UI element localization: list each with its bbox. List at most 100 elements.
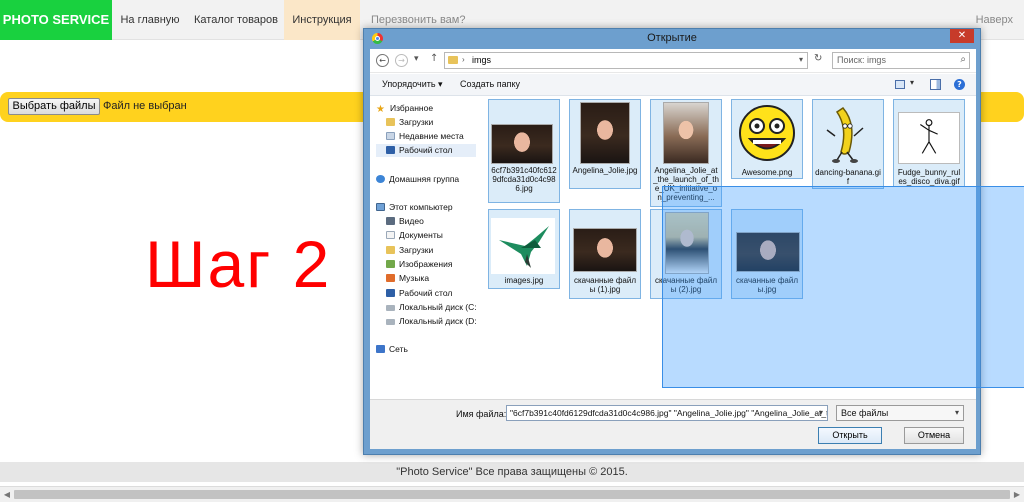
- nav-catalog-link[interactable]: Каталог товаров: [188, 0, 284, 40]
- nav-homegroup[interactable]: Домашняя группа: [376, 173, 459, 186]
- nav-music[interactable]: Музыка: [386, 272, 429, 285]
- step-label: Шаг 2: [145, 227, 332, 301]
- music-folder-icon: [386, 274, 395, 282]
- nav-this-pc[interactable]: Этот компьютер: [376, 201, 453, 214]
- pictures-folder-icon: [386, 260, 395, 268]
- nav-music-label: Музыка: [399, 273, 430, 283]
- view-options-icon[interactable]: [895, 80, 905, 89]
- nav-disk-c-label: Локальный диск (C:: [399, 302, 477, 312]
- dialog-titlebar[interactable]: Открытие ✕: [364, 29, 980, 49]
- filename-label: Имя файла:: [456, 409, 507, 419]
- star-icon: ★: [376, 104, 385, 115]
- file-name: Fudge_bunny_rules_disco_diva.gif: [897, 168, 961, 186]
- scroll-left-icon[interactable]: ◀: [1, 489, 13, 500]
- disk-icon: [386, 319, 395, 325]
- chevron-down-icon: ▾: [954, 408, 959, 417]
- stick-figure-icon: [898, 112, 960, 164]
- address-bar[interactable]: › imgs ▾: [444, 52, 808, 69]
- help-icon[interactable]: ?: [954, 79, 965, 90]
- file-item[interactable]: Fudge_bunny_rules_disco_diva.gif: [893, 99, 965, 187]
- no-file-status: Файл не выбран: [103, 100, 187, 112]
- nav-homegroup-label: Домашняя группа: [389, 174, 460, 184]
- nav-pictures[interactable]: Изображения: [386, 258, 452, 271]
- nav-desktop[interactable]: Рабочий стол: [376, 144, 476, 157]
- nav-network-label: Сеть: [389, 344, 408, 354]
- back-arrow-icon[interactable]: ←: [376, 54, 389, 67]
- homegroup-icon: [376, 175, 385, 183]
- nav-favorites-label: Избранное: [390, 103, 434, 113]
- nav-home-link[interactable]: На главную: [112, 0, 188, 40]
- recent-locations-icon[interactable]: ▾: [414, 54, 419, 64]
- search-input[interactable]: Поиск: imgs ⌕: [832, 52, 970, 69]
- close-button[interactable]: ✕: [950, 29, 974, 43]
- downloads-folder-icon: [386, 246, 395, 254]
- disk-icon: [386, 305, 395, 311]
- search-placeholder: Поиск: imgs: [837, 55, 886, 65]
- downloads-folder-icon: [386, 118, 395, 126]
- file-name: Awesome.png: [741, 168, 793, 177]
- scrollbar-thumb[interactable]: [14, 490, 1010, 499]
- file-name: 6cf7b391c40fc6129dfcda31d0c4c986.jpg: [491, 166, 557, 193]
- view-dropdown-icon[interactable]: ▾: [910, 78, 914, 87]
- video-folder-icon: [386, 217, 395, 225]
- open-file-dialog: Открытие ✕ ← → ▾ ↑ › imgs ▾ ↻ Поиск: img…: [363, 28, 1024, 455]
- nav-documents-label: Документы: [399, 230, 443, 240]
- file-name: images.jpg: [504, 276, 544, 285]
- scroll-right-icon[interactable]: ▶: [1011, 489, 1023, 500]
- file-name: dancing-banana.gif: [815, 168, 881, 186]
- nav-documents[interactable]: Документы: [386, 229, 443, 242]
- up-arrow-icon[interactable]: ↑: [430, 53, 438, 64]
- nav-videos-label: Видео: [399, 216, 424, 226]
- file-thumbnail: [573, 228, 637, 272]
- preview-pane-icon[interactable]: [930, 79, 941, 90]
- nav-videos[interactable]: Видео: [386, 215, 424, 228]
- filename-dropdown-icon[interactable]: ▾: [819, 408, 823, 417]
- address-path[interactable]: imgs: [472, 55, 491, 65]
- nav-instructions-link[interactable]: Инструкция: [284, 0, 360, 40]
- nav-network[interactable]: Сеть: [376, 343, 408, 356]
- dialog-toolbar: Упорядочить ▾ Создать папку ▾ ?: [370, 74, 976, 96]
- dialog-body: ← → ▾ ↑ › imgs ▾ ↻ Поиск: imgs ⌕ Упорядо…: [370, 49, 1024, 449]
- file-list[interactable]: 6cf7b391c40fc6129dfcda31d0c4c986.jpg Ang…: [482, 97, 1024, 399]
- dialog-title: Открытие: [647, 32, 697, 44]
- nav-recent-label: Недавние места: [399, 131, 464, 141]
- organize-button[interactable]: Упорядочить ▾: [382, 79, 443, 90]
- hummingbird-icon: [491, 218, 555, 274]
- breadcrumb-chevron-icon[interactable]: ›: [462, 55, 465, 64]
- nav-favorites[interactable]: ★ Избранное: [376, 102, 433, 115]
- file-type-value: Все файлы: [841, 408, 889, 418]
- nav-downloads[interactable]: Загрузки: [386, 116, 433, 129]
- refresh-icon[interactable]: ↻: [814, 53, 822, 64]
- choose-files-button[interactable]: Выбрать файлы: [8, 98, 100, 115]
- horizontal-scrollbar[interactable]: ◀ ▶: [0, 486, 1024, 502]
- file-item[interactable]: скачанные файлы (1).jpg: [569, 209, 641, 299]
- chevron-down-icon[interactable]: ▾: [799, 55, 803, 64]
- search-icon: ⌕: [960, 54, 966, 65]
- site-footer: "Photo Service" Все права защищены © 201…: [0, 462, 1024, 482]
- file-item[interactable]: Awesome.png: [731, 99, 803, 179]
- drag-selection-rectangle: [662, 186, 1024, 388]
- nav-up-link[interactable]: Наверх: [976, 0, 1013, 40]
- smiley-face-icon: [739, 105, 795, 161]
- nav-downloads-pc[interactable]: Загрузки: [386, 244, 433, 257]
- file-item[interactable]: Angelina_Jolie.jpg: [569, 99, 641, 189]
- nav-recent-places[interactable]: Недавние места: [386, 130, 464, 143]
- nav-disk-c[interactable]: Локальный диск (C:: [386, 301, 477, 314]
- brand-logo[interactable]: PHOTO SERVICE: [0, 0, 112, 40]
- file-type-select[interactable]: Все файлы ▾: [836, 405, 964, 421]
- nav-disk-d[interactable]: Локальный диск (D:: [386, 315, 477, 328]
- filename-input[interactable]: "6cf7b391c40fd6129dfcda31d0c4c986.jpg" "…: [506, 405, 828, 421]
- nav-desktop-pc-label: Рабочий стол: [399, 288, 453, 298]
- nav-disk-d-label: Локальный диск (D:: [399, 316, 477, 326]
- new-folder-button[interactable]: Создать папку: [460, 79, 520, 89]
- file-item[interactable]: images.jpg: [488, 209, 560, 289]
- open-button[interactable]: Открыть: [818, 427, 882, 444]
- file-item[interactable]: 6cf7b391c40fc6129dfcda31d0c4c986.jpg: [488, 99, 560, 203]
- forward-arrow-icon[interactable]: →: [395, 54, 408, 67]
- file-thumbnail: [663, 102, 709, 164]
- file-item[interactable]: dancing-banana.gif: [812, 99, 884, 189]
- nav-desktop-label: Рабочий стол: [399, 145, 453, 155]
- cancel-button[interactable]: Отмена: [904, 427, 964, 444]
- nav-this-pc-label: Этот компьютер: [389, 202, 453, 212]
- nav-desktop-pc[interactable]: Рабочий стол: [386, 287, 452, 300]
